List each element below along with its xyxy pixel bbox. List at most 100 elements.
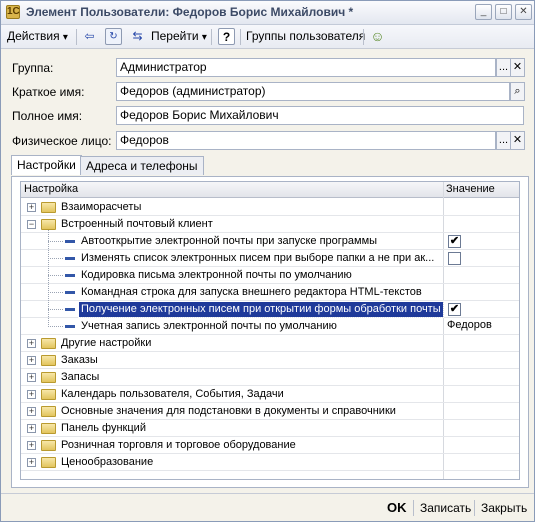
setting-item-icon — [65, 240, 75, 243]
tree-folder-row[interactable]: + Розничная торговля и торговое оборудова… — [21, 437, 519, 454]
folder-icon — [41, 338, 56, 349]
tree-connector-line — [48, 230, 49, 326]
actions-menu-button[interactable]: Действия ▾ — [7, 27, 68, 46]
person-label: Физическое лицо: — [12, 134, 112, 148]
tree-connector-line — [48, 241, 64, 242]
value-checkbox[interactable] — [448, 252, 461, 265]
setting-item-icon — [65, 291, 75, 294]
expand-icon[interactable]: + — [27, 458, 36, 467]
close-button[interactable]: Закрыть — [481, 499, 527, 517]
group-select-button[interactable]: ... — [496, 58, 511, 77]
expand-icon[interactable]: + — [27, 441, 36, 450]
person-field[interactable]: Федоров — [116, 131, 496, 150]
person-select-button[interactable]: ... — [496, 131, 511, 150]
column-header-setting[interactable]: Настройка — [24, 183, 78, 195]
go-to-doc-icon[interactable]: ⇆ — [129, 28, 146, 45]
expand-icon[interactable]: + — [27, 373, 36, 382]
full-name-field[interactable]: Федоров Борис Михайлович — [116, 106, 524, 125]
group-label: Группа: — [12, 61, 54, 75]
value-checkbox[interactable]: ✔ — [448, 303, 461, 316]
column-header-value[interactable]: Значение — [446, 183, 495, 195]
app-icon: 1С — [6, 5, 20, 19]
tree-folder-row[interactable]: + Основные значения для подстановки в док… — [21, 403, 519, 420]
folder-icon — [41, 440, 56, 451]
tree-connector-line — [48, 326, 64, 327]
tree-row-label: Получение электронных писем при открытии… — [78, 301, 444, 318]
collapse-icon[interactable]: − — [27, 220, 36, 229]
help-button[interactable]: ? — [218, 28, 235, 45]
back-arrow-icon[interactable]: ⇦ — [81, 28, 98, 45]
refresh-icon[interactable]: ↻ — [105, 28, 122, 45]
tree-row-label: Встроенный почтовый клиент — [61, 218, 213, 230]
short-name-label: Краткое имя: — [12, 85, 85, 99]
maximize-button[interactable]: □ — [495, 4, 512, 20]
short-name-search-icon[interactable]: ⌕ — [510, 82, 525, 101]
footer-bar: OK Записать Закрыть — [1, 493, 534, 521]
expand-icon[interactable]: + — [27, 390, 36, 399]
tree-folder-row[interactable]: − Встроенный почтовый клиент — [21, 216, 519, 233]
setting-item-icon — [65, 257, 75, 260]
tree-row-label: Заказы — [61, 354, 98, 366]
footer-separator — [413, 500, 414, 516]
folder-icon — [41, 219, 56, 230]
tree-folder-row[interactable]: + Заказы — [21, 352, 519, 369]
tree-row-label: Изменять список электронных писем при вы… — [81, 252, 435, 264]
title-bar: 1С Элемент Пользователи: Федоров Борис М… — [1, 1, 534, 25]
tree-folder-row[interactable]: + Запасы — [21, 369, 519, 386]
settings-tree[interactable]: Настройка Значение + Взаиморасчеты − Встрое… — [20, 181, 520, 480]
tree-folder-row[interactable]: + Ценообразование — [21, 454, 519, 471]
toolbar-separator — [211, 29, 212, 45]
value-checkbox[interactable]: ✔ — [448, 235, 461, 248]
full-name-label: Полное имя: — [12, 109, 83, 123]
tree-setting-row[interactable]: Изменять список электронных писем при вы… — [21, 250, 519, 267]
actions-label: Действия — [7, 29, 60, 43]
toolbar-separator — [363, 29, 364, 45]
tree-setting-row[interactable]: Командная строка для запуска внешнего ре… — [21, 284, 519, 301]
setting-item-icon — [65, 325, 75, 328]
tree-row-label: Розничная торговля и торговое оборудован… — [61, 439, 296, 451]
group-field[interactable]: Администратор — [116, 58, 496, 77]
tree-setting-row[interactable]: Получение электронных писем при открытии… — [21, 301, 519, 318]
check-icon: ✔ — [449, 303, 460, 315]
chevron-down-icon: ▾ — [62, 32, 68, 43]
user-icon[interactable]: ☺ — [369, 28, 386, 45]
tab-addresses[interactable]: Адреса и телефоны — [80, 156, 204, 175]
user-groups-button[interactable]: Группы пользователя — [246, 27, 365, 46]
tree-row-label: Кодировка письма электронной почты по ум… — [81, 269, 352, 281]
group-clear-button[interactable]: ✕ — [510, 58, 525, 77]
goto-label: Перейти — [151, 29, 199, 43]
tree-folder-row[interactable]: + Панель функций — [21, 420, 519, 437]
expand-icon[interactable]: + — [27, 339, 36, 348]
save-button[interactable]: Записать — [420, 499, 471, 517]
tree-folder-row[interactable]: + Календарь пользователя, События, Задачи — [21, 386, 519, 403]
expand-icon[interactable]: + — [27, 424, 36, 433]
tree-row-label: Командная строка для запуска внешнего ре… — [81, 286, 422, 298]
expand-icon[interactable]: + — [27, 203, 36, 212]
form-window: 1С Элемент Пользователи: Федоров Борис М… — [0, 0, 535, 522]
tree-setting-row[interactable]: Автооткрытие электронной почты при запус… — [21, 233, 519, 250]
window-title: Элемент Пользователи: Федоров Борис Миха… — [26, 5, 354, 19]
tree-folder-row[interactable]: + Взаиморасчеты — [21, 199, 519, 216]
setting-item-icon — [65, 308, 75, 311]
expand-icon[interactable]: + — [27, 407, 36, 416]
tree-row-label: Ценообразование — [61, 456, 154, 468]
folder-icon — [41, 389, 56, 400]
footer-separator — [474, 500, 475, 516]
tree-setting-row[interactable]: Кодировка письма электронной почты по ум… — [21, 267, 519, 284]
person-clear-button[interactable]: ✕ — [510, 131, 525, 150]
goto-menu-button[interactable]: Перейти ▾ — [151, 27, 207, 46]
tab-settings[interactable]: Настройки — [11, 155, 82, 175]
tree-row-label: Панель функций — [61, 422, 146, 434]
tree-header: Настройка Значение — [21, 182, 519, 198]
value-cell[interactable]: Федоров — [447, 319, 492, 331]
ok-button[interactable]: OK — [387, 499, 407, 517]
tree-folder-row[interactable]: + Другие настройки — [21, 335, 519, 352]
minimize-button[interactable]: _ — [475, 4, 492, 20]
short-name-field[interactable]: Федоров (администратор) — [116, 82, 510, 101]
tree-setting-row[interactable]: Учетная запись электронной почты по умол… — [21, 318, 519, 335]
close-window-button[interactable]: ✕ — [515, 4, 532, 20]
chevron-down-icon: ▾ — [201, 32, 207, 43]
toolbar-separator — [76, 29, 77, 45]
expand-icon[interactable]: + — [27, 356, 36, 365]
setting-item-icon — [65, 274, 75, 277]
